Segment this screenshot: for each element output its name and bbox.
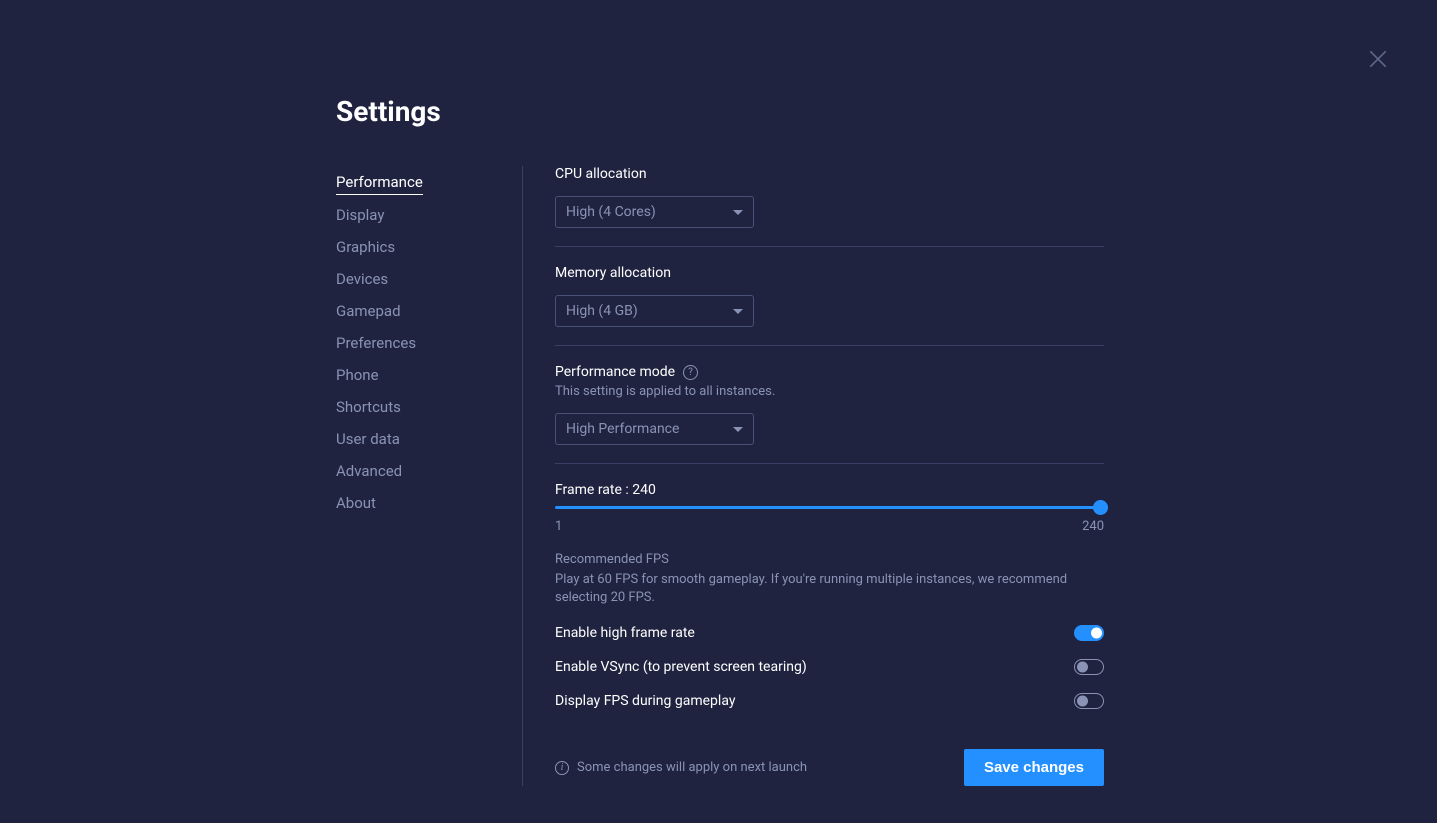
cpu-allocation-section: CPU allocation High (4 Cores)	[555, 166, 1104, 247]
cpu-allocation-value: High (4 Cores)	[566, 204, 656, 220]
page-title: Settings	[336, 95, 1104, 128]
apply-on-launch-note: i Some changes will apply on next launch	[555, 760, 807, 775]
sidebar-item-devices[interactable]: Devices	[336, 263, 522, 295]
recommended-fps-text: Play at 60 FPS for smooth gameplay. If y…	[555, 571, 1104, 607]
display-fps-row: Display FPS during gameplay	[555, 693, 1104, 709]
performance-mode-sub: This setting is applied to all instances…	[555, 384, 1104, 399]
memory-allocation-select[interactable]: High (4 GB)	[555, 295, 754, 327]
enable-vsync-toggle[interactable]	[1074, 659, 1104, 675]
launch-note-text: Some changes will apply on next launch	[577, 760, 807, 775]
enable-high-frame-row: Enable high frame rate	[555, 625, 1104, 641]
sidebar-item-gamepad[interactable]: Gamepad	[336, 295, 522, 327]
cpu-allocation-label: CPU allocation	[555, 166, 1104, 182]
sidebar-item-preferences[interactable]: Preferences	[336, 327, 522, 359]
toggle-knob	[1077, 662, 1088, 673]
chevron-down-icon	[733, 309, 743, 314]
settings-sidebar: Performance Display Graphics Devices Gam…	[336, 166, 522, 786]
slider-thumb[interactable]	[1093, 500, 1108, 515]
slider-min: 1	[555, 519, 562, 534]
chevron-down-icon	[733, 210, 743, 215]
slider-max: 240	[1082, 519, 1104, 534]
footer: i Some changes will apply on next launch…	[555, 749, 1104, 786]
enable-vsync-row: Enable VSync (to prevent screen tearing)	[555, 659, 1104, 675]
sidebar-item-graphics[interactable]: Graphics	[336, 231, 522, 263]
slider-track	[555, 506, 1104, 509]
memory-allocation-section: Memory allocation High (4 GB)	[555, 265, 1104, 346]
sidebar-item-phone[interactable]: Phone	[336, 359, 522, 391]
slider-range-labels: 1 240	[555, 519, 1104, 534]
save-changes-button[interactable]: Save changes	[964, 749, 1104, 786]
cpu-allocation-select[interactable]: High (4 Cores)	[555, 196, 754, 228]
sidebar-item-user-data[interactable]: User data	[336, 423, 522, 455]
performance-mode-section: Performance mode ? This setting is appli…	[555, 364, 1104, 464]
frame-rate-section: Frame rate : 240 1 240 Recommended FPS P…	[555, 482, 1104, 709]
info-icon: i	[555, 761, 569, 775]
close-button[interactable]	[1367, 48, 1389, 70]
display-fps-toggle[interactable]	[1074, 693, 1104, 709]
enable-high-frame-toggle[interactable]	[1074, 625, 1104, 641]
memory-allocation-value: High (4 GB)	[566, 303, 638, 319]
toggle-knob	[1091, 628, 1102, 639]
display-fps-label: Display FPS during gameplay	[555, 693, 735, 709]
sidebar-item-about[interactable]: About	[336, 487, 522, 519]
performance-mode-value: High Performance	[566, 421, 679, 437]
performance-mode-label-text: Performance mode	[555, 364, 675, 380]
enable-vsync-label: Enable VSync (to prevent screen tearing)	[555, 659, 807, 675]
recommended-fps-title: Recommended FPS	[555, 552, 1104, 567]
settings-content: CPU allocation High (4 Cores) Memory all…	[522, 166, 1104, 786]
performance-mode-select[interactable]: High Performance	[555, 413, 754, 445]
chevron-down-icon	[733, 427, 743, 432]
enable-high-frame-label: Enable high frame rate	[555, 625, 695, 641]
sidebar-item-display[interactable]: Display	[336, 199, 522, 231]
toggle-knob	[1077, 696, 1088, 707]
memory-allocation-label: Memory allocation	[555, 265, 1104, 281]
help-icon[interactable]: ?	[683, 365, 698, 380]
close-icon	[1367, 48, 1389, 70]
performance-mode-label: Performance mode ?	[555, 364, 1104, 380]
sidebar-item-performance[interactable]: Performance	[336, 166, 423, 195]
sidebar-item-advanced[interactable]: Advanced	[336, 455, 522, 487]
sidebar-item-shortcuts[interactable]: Shortcuts	[336, 391, 522, 423]
frame-rate-label: Frame rate : 240	[555, 482, 1104, 498]
frame-rate-slider[interactable]	[555, 506, 1104, 509]
